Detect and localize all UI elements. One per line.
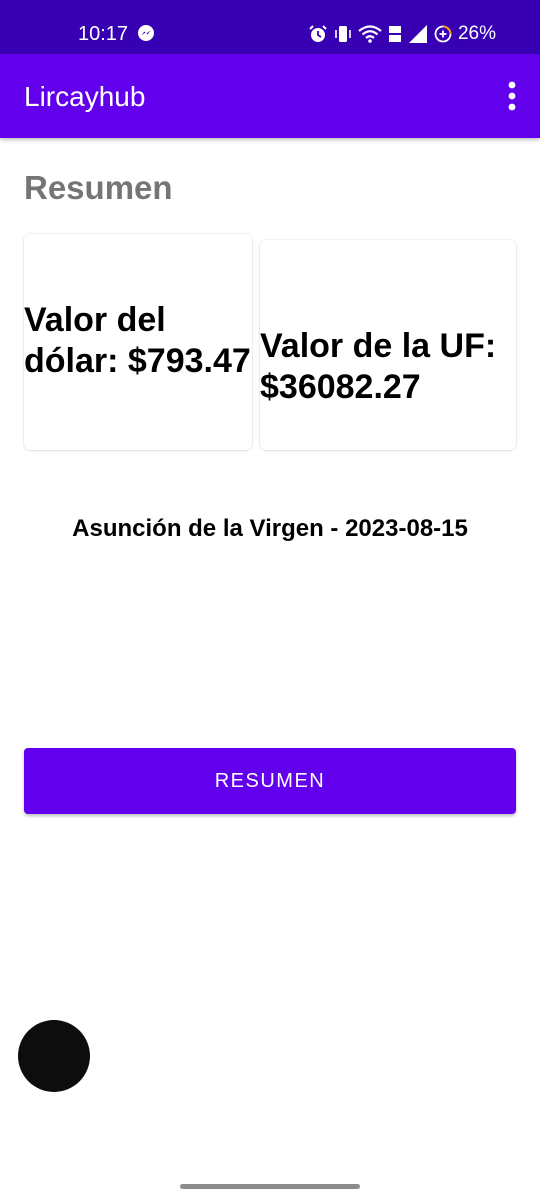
resumen-button[interactable]: RESUMEN [24,748,516,814]
messenger-icon [137,24,155,42]
app-toolbar: Lircayhub [0,54,540,138]
status-time: 10:17 [78,23,129,45]
battery-saver-icon [434,25,452,43]
status-bar: 10:17 26% [0,0,540,54]
section-title: Resumen [24,169,173,206]
uf-value-text: Valor de la UF: $36082.27 [260,327,497,406]
volte-icon [388,24,402,44]
cell-signal-icon [408,24,428,44]
dollar-value-card: Valor del dólar: $793.47 [24,234,252,450]
dollar-value-text: Valor del dólar: $793.47 [24,301,251,380]
alarm-icon [308,24,328,44]
holiday-text: Asunción de la Virgen - 2023-08-15 [72,515,468,542]
battery-percent: 26% [457,23,496,44]
floating-bubble[interactable] [18,1020,90,1092]
more-vert-icon[interactable] [502,80,522,112]
app-screen: 10:17 26% Lircayhub Resumen Valor del dó… [0,0,540,1200]
vibrate-icon [334,24,352,44]
gesture-nav-bar[interactable] [180,1184,360,1189]
uf-value-card: Valor de la UF: $36082.27 [260,240,516,450]
wifi-icon [358,24,382,44]
app-title: Lircayhub [24,81,146,112]
status-icons: 26% [308,20,496,48]
